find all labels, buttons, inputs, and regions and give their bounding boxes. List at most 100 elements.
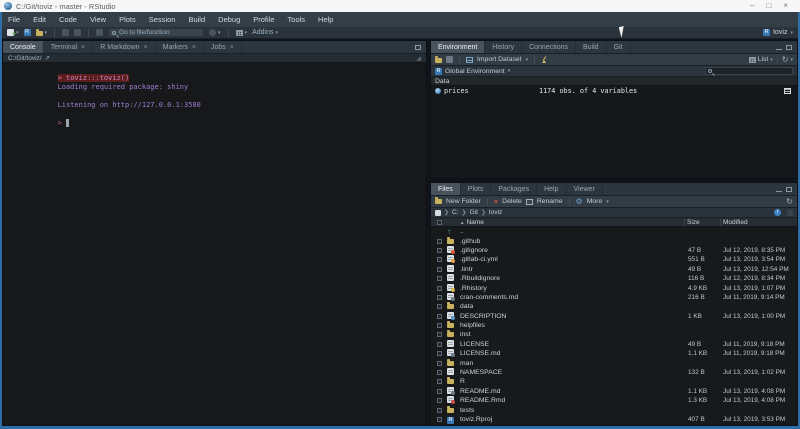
file-name[interactable]: man — [460, 360, 473, 367]
table-row[interactable]: man — [431, 358, 797, 367]
tab[interactable]: Help — [537, 183, 566, 195]
tab[interactable]: Environment — [431, 41, 485, 53]
maximize-pane-icon[interactable] — [786, 187, 792, 192]
tab-close-icon[interactable]: × — [192, 44, 196, 51]
file-name[interactable]: .lintr — [460, 266, 473, 273]
file-name[interactable]: inst — [460, 331, 471, 338]
file-name[interactable]: .github — [460, 238, 480, 245]
tab[interactable]: R Markdown × — [93, 41, 155, 53]
new-file-caret[interactable]: ▾ — [16, 30, 19, 36]
import-dataset-button[interactable]: Import Dataset — [477, 56, 522, 63]
table-row[interactable]: helpfiles — [431, 321, 797, 330]
file-checkbox[interactable] — [437, 351, 442, 356]
tab[interactable]: Console × — [3, 41, 44, 53]
file-checkbox[interactable] — [437, 379, 442, 384]
table-row[interactable]: README.md 1.1 KB Jul 13, 2019, 4:08 PM — [431, 387, 797, 396]
menu-item[interactable]: Edit — [33, 15, 46, 24]
table-row[interactable]: LICENSE 49 B Jul 11, 2019, 9:18 PM — [431, 340, 797, 349]
file-checkbox[interactable] — [437, 361, 442, 366]
file-name[interactable]: LICENSE.md — [460, 350, 500, 357]
load-workspace-icon[interactable] — [435, 58, 442, 63]
table-row[interactable]: data — [431, 302, 797, 311]
popout-arrow-icon[interactable]: ⇗ — [45, 54, 50, 62]
console-output[interactable]: > toviz:::toviz() Loading required packa… — [3, 63, 426, 425]
column-modified[interactable]: Modified — [721, 219, 797, 226]
menu-item[interactable]: View — [90, 15, 106, 24]
table-row[interactable]: DESCRIPTION 1 KB Jul 13, 2019, 1:00 PM — [431, 312, 797, 321]
menu-item[interactable]: Code — [59, 15, 77, 24]
table-row[interactable]: LICENSE.md 1.1 KB Jul 11, 2019, 9:18 PM — [431, 349, 797, 358]
menu-item[interactable]: Profile — [253, 15, 274, 24]
menu-item[interactable]: Plots — [119, 15, 136, 24]
rename-button[interactable]: Rename — [537, 198, 563, 205]
file-name[interactable]: R — [460, 378, 465, 385]
minimize-pane-icon[interactable] — [776, 49, 782, 50]
file-checkbox[interactable] — [437, 389, 442, 394]
environment-object-row[interactable]: prices 1174 obs. of 4 variables — [431, 86, 797, 96]
column-size[interactable]: Size — [685, 219, 720, 226]
menu-item[interactable]: Build — [188, 15, 205, 24]
view-dataframe-icon[interactable] — [784, 88, 791, 94]
ellipsis-icon[interactable] — [787, 210, 793, 216]
tab[interactable]: Terminal × — [44, 41, 94, 53]
info-icon[interactable]: i — [774, 209, 781, 216]
maximize-pane-icon[interactable] — [415, 45, 421, 50]
file-name[interactable]: toviz.Rproj — [460, 416, 492, 423]
table-row[interactable]: .github — [431, 236, 797, 245]
table-row[interactable]: .gitignore 47 B Jul 12, 2019, 8:35 PM — [431, 246, 797, 255]
environment-scope-select[interactable]: Global Environment — [445, 68, 505, 75]
file-checkbox[interactable] — [437, 304, 442, 309]
tab-close-icon[interactable]: × — [230, 44, 234, 51]
file-name[interactable]: README.md — [460, 388, 500, 395]
file-checkbox[interactable] — [437, 332, 442, 337]
file-checkbox[interactable] — [437, 342, 442, 347]
file-checkbox[interactable] — [437, 239, 442, 244]
file-name[interactable]: cran-comments.md — [460, 294, 518, 301]
environment-search-input[interactable] — [705, 67, 793, 75]
refresh-icon[interactable]: ↻ — [782, 56, 789, 64]
tab[interactable]: Jobs × — [204, 41, 242, 53]
menu-item[interactable]: File — [8, 15, 20, 24]
list-view-button[interactable]: List — [758, 56, 769, 63]
table-row[interactable]: R — [431, 377, 797, 386]
table-row[interactable]: toviz.Rproj 407 B Jul 13, 2019, 3:53 PM — [431, 415, 797, 424]
maximize-pane-icon[interactable] — [786, 45, 792, 50]
file-name[interactable]: .Rhistory — [460, 285, 487, 292]
table-row[interactable]: .Rbuildignore 116 B Jul 12, 2019, 8:34 P… — [431, 274, 797, 283]
tab[interactable]: Viewer — [567, 183, 603, 195]
clear-objects-icon[interactable] — [541, 56, 548, 63]
more-button[interactable]: More — [587, 198, 603, 205]
new-file-icon[interactable] — [7, 29, 14, 36]
new-project-icon[interactable]: R — [24, 29, 31, 36]
refresh-icon[interactable]: ↻ — [786, 198, 793, 206]
new-folder-button[interactable]: New Folder — [446, 198, 481, 205]
file-name[interactable]: helpfiles — [460, 322, 485, 329]
file-name[interactable]: .gitignore — [460, 247, 488, 254]
file-checkbox[interactable] — [437, 323, 442, 328]
table-row[interactable]: NAMESPACE 132 B Jul 13, 2019, 1:02 PM — [431, 368, 797, 377]
file-name[interactable]: .. — [460, 228, 464, 235]
file-name[interactable]: .Rbuildignore — [460, 275, 500, 282]
tab-close-icon[interactable]: × — [81, 44, 85, 51]
table-row[interactable]: README.Rmd 1.3 KB Jul 13, 2019, 4:08 PM — [431, 396, 797, 405]
file-checkbox[interactable] — [437, 286, 442, 291]
file-name[interactable]: README.Rmd — [460, 397, 505, 404]
file-name[interactable]: tests — [460, 407, 474, 414]
table-row[interactable]: .Rhistory 4.9 KB Jul 13, 2019, 1:07 PM — [431, 283, 797, 292]
tab[interactable]: Git — [607, 41, 631, 53]
file-checkbox[interactable] — [437, 295, 442, 300]
file-checkbox[interactable] — [437, 314, 442, 319]
menu-item[interactable]: Tools — [288, 15, 306, 24]
panes-layout-icon[interactable] — [236, 30, 243, 36]
tab-close-icon[interactable]: × — [144, 44, 148, 51]
column-name[interactable]: ▲ Name — [460, 219, 684, 226]
home-icon[interactable] — [435, 210, 441, 216]
file-name[interactable]: data — [460, 303, 473, 310]
table-row[interactable]: .gitlab-ci.yml 551 B Jul 13, 2019, 3:54 … — [431, 255, 797, 264]
table-row[interactable]: tests — [431, 405, 797, 414]
project-menu[interactable]: R toviz ▾ — [763, 29, 793, 36]
tab[interactable]: Connections — [522, 41, 576, 53]
open-file-icon[interactable] — [36, 31, 43, 36]
open-file-caret[interactable]: ▾ — [45, 30, 48, 36]
select-all-checkbox[interactable] — [437, 220, 442, 225]
